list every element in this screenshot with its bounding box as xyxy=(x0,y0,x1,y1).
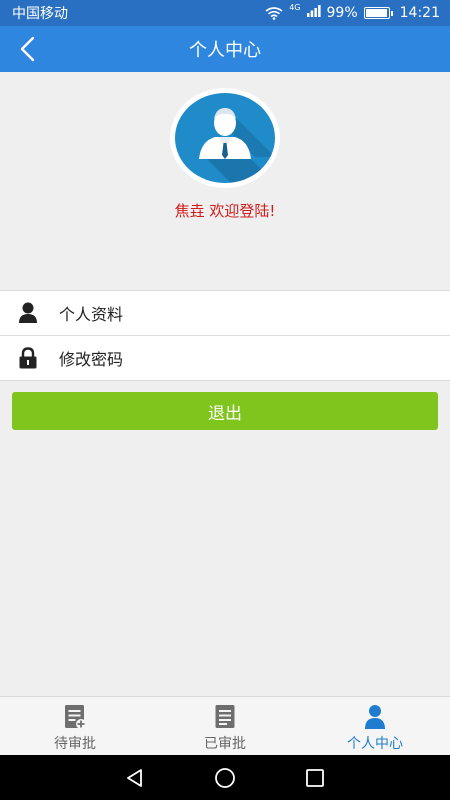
network-type-label: 4G xyxy=(289,3,301,12)
tab-label: 待审批 xyxy=(54,736,96,752)
battery-icon xyxy=(363,7,393,19)
carrier-label: 中国移动 xyxy=(12,6,68,22)
document-add-icon xyxy=(63,704,87,730)
menu-item-label: 个人资料 xyxy=(59,305,124,324)
status-bar: 中国移动 4G 99% 14:21 xyxy=(0,0,450,26)
signal-icon xyxy=(306,5,321,21)
recents-square-icon[interactable] xyxy=(304,767,326,789)
system-navigation-bar xyxy=(0,755,450,800)
tab-approved[interactable]: 已审批 xyxy=(150,697,300,755)
tab-pending-approval[interactable]: 待审批 xyxy=(0,697,150,755)
avatar-image xyxy=(175,93,275,183)
back-button[interactable] xyxy=(14,32,40,66)
avatar xyxy=(170,88,280,188)
logout-button[interactable]: 退出 xyxy=(12,392,438,430)
wifi-icon xyxy=(265,7,283,20)
clock: 14:21 xyxy=(399,5,440,21)
profile-section: 焦垚 欢迎登陆! xyxy=(0,78,450,290)
menu-item-profile[interactable]: 个人资料 xyxy=(0,291,450,336)
page-title: 个人中心 xyxy=(189,40,261,61)
battery-fill xyxy=(365,9,387,17)
back-triangle-icon[interactable] xyxy=(124,767,146,789)
home-circle-icon[interactable] xyxy=(214,767,236,789)
menu-item-change-password[interactable]: 修改密码 xyxy=(0,336,450,381)
menu-item-label: 修改密码 xyxy=(59,350,124,369)
person-icon xyxy=(18,302,38,324)
bottom-tab-bar: 待审批 已审批 个人中心 xyxy=(0,696,450,755)
chevron-left-icon xyxy=(20,36,35,62)
person-icon xyxy=(363,704,387,730)
status-indicators: 4G 99% 14:21 xyxy=(265,3,440,21)
welcome-message: 焦垚 欢迎登陆! xyxy=(174,202,276,220)
app-header: 个人中心 xyxy=(0,26,450,72)
lock-icon xyxy=(18,347,38,369)
battery-percent: 99% xyxy=(326,5,358,21)
document-icon xyxy=(213,704,237,730)
settings-menu: 个人资料 修改密码 xyxy=(0,290,450,381)
tab-personal-center[interactable]: 个人中心 xyxy=(300,697,450,755)
tab-label: 个人中心 xyxy=(347,736,403,752)
tab-label: 已审批 xyxy=(204,736,246,752)
